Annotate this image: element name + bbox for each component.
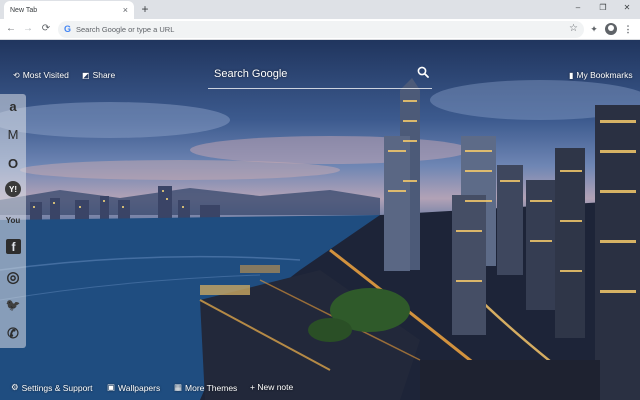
my-bookmarks-button[interactable]: ▮ My Bookmarks <box>569 70 633 80</box>
share-label: Share <box>92 70 116 80</box>
restore-icon[interactable]: ❐ <box>597 2 609 14</box>
wallpapers-label: Wallpapers <box>118 382 161 393</box>
most-visited-button[interactable]: ⟲ Most Visited <box>13 70 69 80</box>
more-themes-button[interactable]: ▦ More Themes <box>174 382 237 393</box>
twitter-icon[interactable]: 🐦 <box>3 295 23 315</box>
minimize-icon[interactable]: – <box>572 2 584 14</box>
instagram-icon[interactable]: ◎ <box>3 267 23 287</box>
tab-close-icon[interactable]: × <box>123 4 128 16</box>
reload-icon[interactable]: ⟳ <box>40 22 52 36</box>
browser-titlebar: New Tab × + – ❐ ✕ <box>0 0 640 19</box>
address-bar-placeholder: Search Google or type a URL <box>76 25 175 34</box>
search-box[interactable]: Search Google <box>208 64 432 89</box>
puzzle-icon[interactable]: ✦ <box>588 22 600 36</box>
settings-support-button[interactable]: ⚙ Settings & Support <box>11 382 93 393</box>
back-icon[interactable]: ← <box>5 22 17 36</box>
address-bar[interactable]: G Search Google or type a URL ☆ <box>58 21 584 38</box>
outlook-icon[interactable]: O <box>3 153 23 173</box>
browser-toolbar: ← → ⟳ G Search Google or type a URL ☆ ✦ … <box>0 19 640 40</box>
new-note-label: + New note <box>250 382 294 392</box>
gear-icon: ⚙ <box>11 382 19 392</box>
wallpaper-hong-kong-skyline <box>0 40 640 400</box>
star-icon[interactable]: ☆ <box>569 22 578 36</box>
quick-links-sidebar: a M O Y! You f ◎ 🐦 ✆ <box>0 94 26 348</box>
more-themes-label: More Themes <box>185 382 238 393</box>
tab-new-tab[interactable]: New Tab × <box>4 1 134 19</box>
image-icon: ▣ <box>107 382 116 392</box>
my-bookmarks-label: My Bookmarks <box>576 70 633 80</box>
close-window-icon[interactable]: ✕ <box>621 2 633 14</box>
grid-icon: ▦ <box>174 382 183 392</box>
new-tab-button[interactable]: + <box>139 2 151 16</box>
whatsapp-icon[interactable]: ✆ <box>3 323 23 343</box>
forward-icon[interactable]: → <box>22 22 34 36</box>
google-g-icon: G <box>64 24 72 34</box>
share-icon: ◩ <box>82 70 90 80</box>
search-placeholder: Search Google <box>214 68 288 80</box>
menu-icon[interactable]: ⋮ <box>622 22 634 36</box>
settings-support-label: Settings & Support <box>21 382 93 393</box>
history-icon: ⟲ <box>13 70 20 80</box>
new-note-button[interactable]: + New note <box>250 382 293 392</box>
bookmark-icon: ▮ <box>569 70 574 80</box>
share-button[interactable]: ◩ Share <box>82 70 115 80</box>
gmail-icon[interactable]: M <box>3 124 23 144</box>
most-visited-label: Most Visited <box>22 70 69 80</box>
tab-title: New Tab <box>10 6 38 14</box>
youtube-icon[interactable]: You <box>0 210 26 230</box>
amazon-icon[interactable]: a <box>3 96 23 116</box>
facebook-icon[interactable]: f <box>6 239 21 254</box>
profile-icon[interactable] <box>605 23 617 35</box>
yahoo-icon[interactable]: Y! <box>5 181 21 197</box>
search-icon[interactable] <box>417 66 429 78</box>
wallpapers-button[interactable]: ▣ Wallpapers <box>107 382 160 393</box>
city-skyline-illustration <box>0 78 640 400</box>
